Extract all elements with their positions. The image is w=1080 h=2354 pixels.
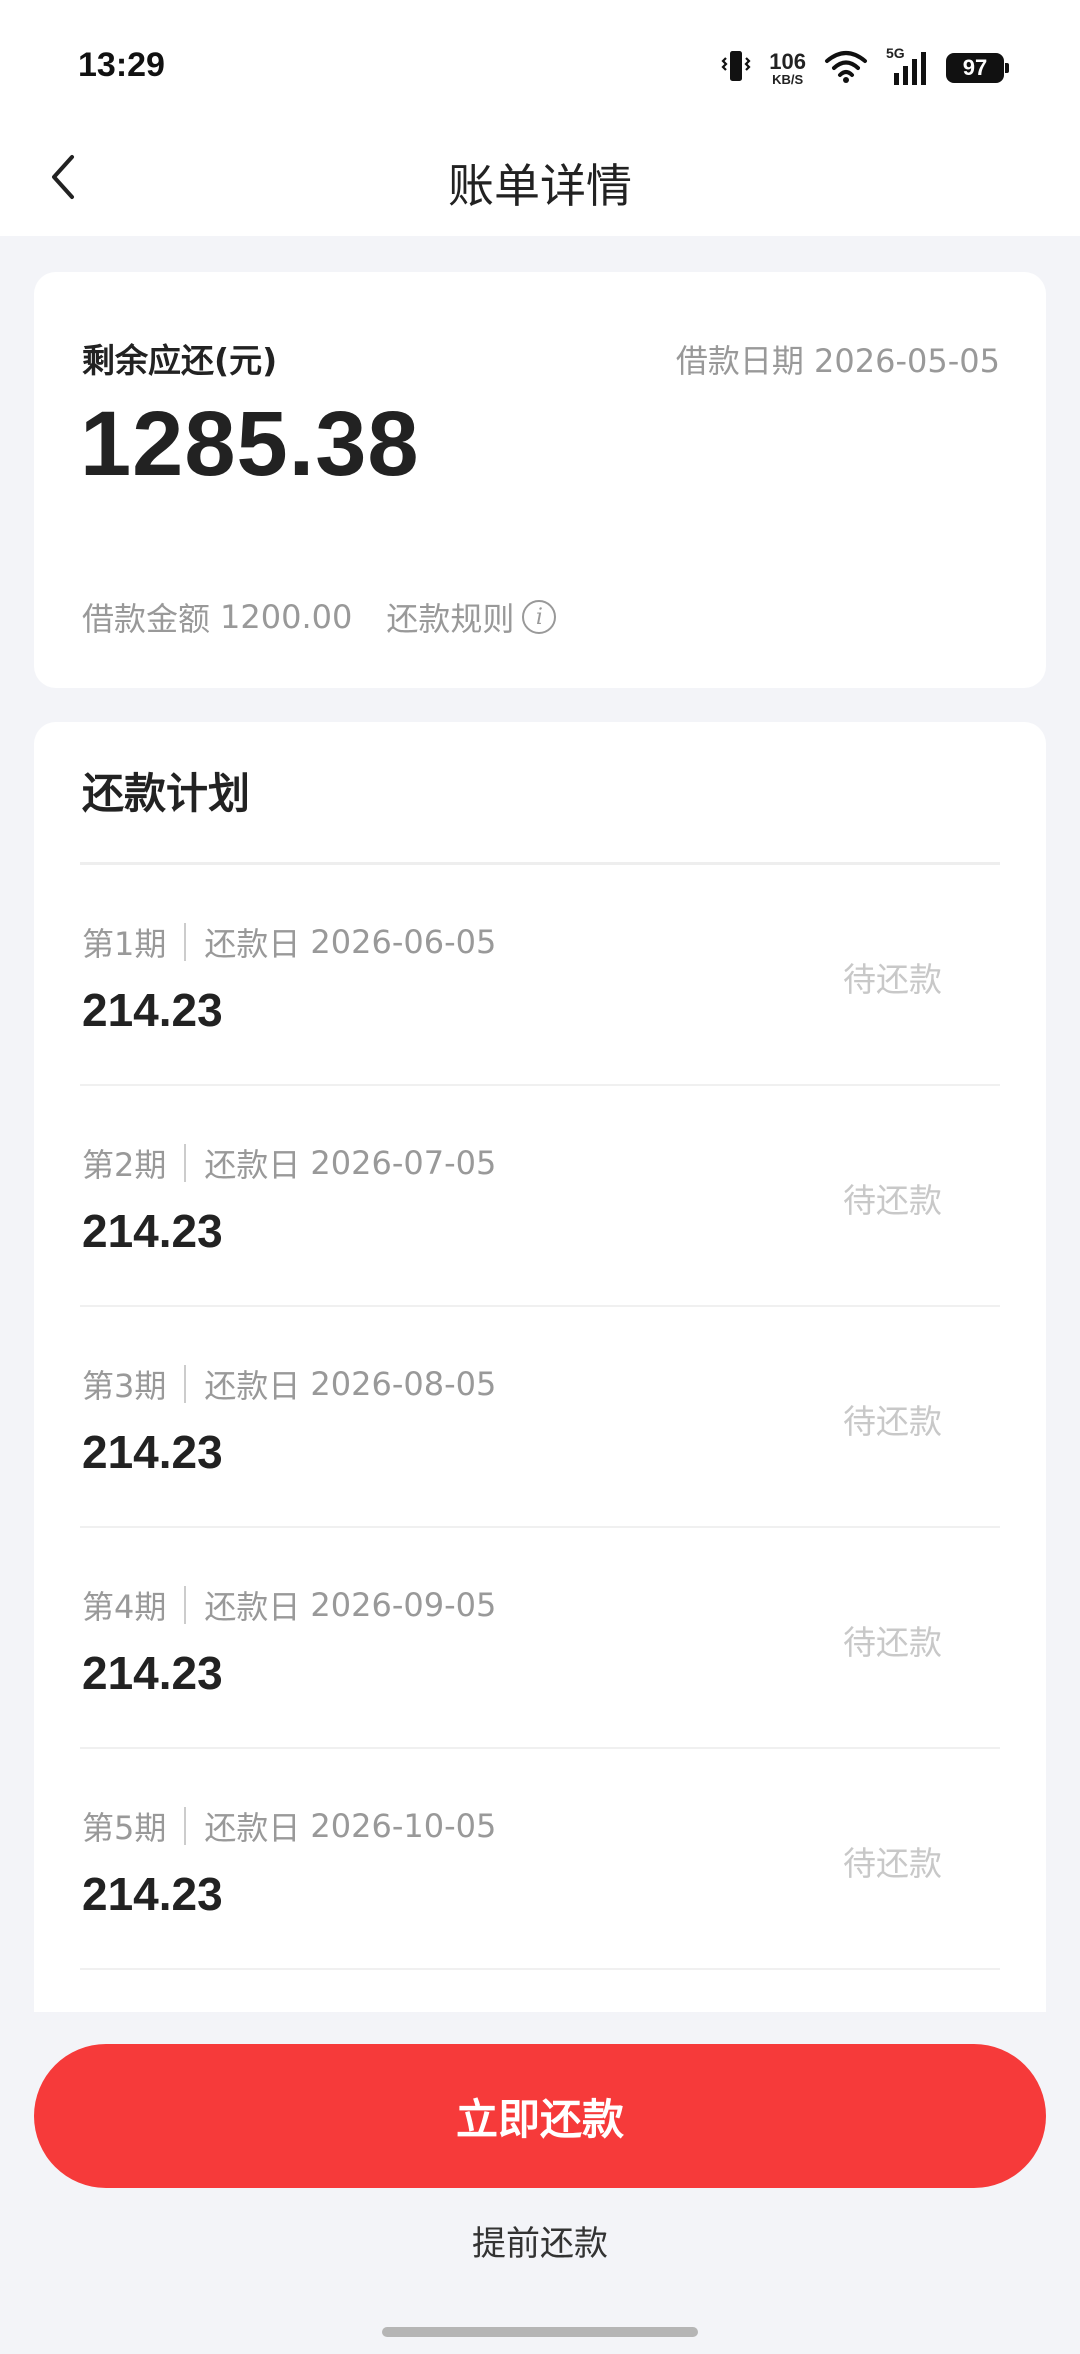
repay-rule-label: 还款规则 xyxy=(386,600,515,638)
info-icon: i xyxy=(522,600,557,634)
signal-icon: 5G xyxy=(886,45,928,85)
row-due-date: 2026-09-05 xyxy=(310,1586,497,1624)
row-period: 第4期 xyxy=(82,1588,167,1626)
row-status: 待还款 xyxy=(843,1402,942,1441)
row-separator xyxy=(184,923,187,961)
row-due-date: 2026-07-05 xyxy=(310,1144,497,1182)
summary-footer: 借款金额 1200.00 还款规则 i xyxy=(82,594,557,640)
remain-label: 剩余应还(元) xyxy=(82,341,278,380)
row-amount: 214.23 xyxy=(82,1426,223,1478)
row-meta: 第2期 还款日 2026-07-05 xyxy=(82,1140,496,1186)
row-meta: 第1期 还款日 2026-06-05 xyxy=(82,919,496,965)
home-indicator[interactable] xyxy=(382,2327,698,2337)
plan-row[interactable]: 第5期 还款日 2026-10-05 214.23 待还款 xyxy=(80,1749,1000,1970)
row-period: 第3期 xyxy=(82,1367,167,1405)
row-status: 待还款 xyxy=(843,1181,942,1220)
row-amount: 214.23 xyxy=(82,1647,223,1699)
loan-date: 借款日期 2026-05-05 xyxy=(676,336,1000,382)
network-type: 5G xyxy=(886,45,905,61)
remain-amount: 1285.38 xyxy=(80,393,420,495)
row-meta: 第5期 还款日 2026-10-05 xyxy=(82,1803,496,1849)
status-time: 13:29 xyxy=(78,46,165,84)
loan-amount-label: 借款金额 xyxy=(82,600,211,638)
page-title: 账单详情 xyxy=(448,159,632,213)
prepay-link[interactable]: 提前还款 xyxy=(0,2216,1080,2265)
plan-list: 第1期 还款日 2026-06-05 214.23 待还款 第2期 还款日 20… xyxy=(80,865,1000,1970)
row-period: 第2期 xyxy=(82,1146,167,1184)
repayment-plan-card: 还款计划 第1期 还款日 2026-06-05 214.23 待还款 第2期 还… xyxy=(34,722,1046,2012)
pay-now-button[interactable]: 立即还款 xyxy=(34,2044,1046,2188)
row-meta: 第3期 还款日 2026-08-05 xyxy=(82,1361,496,1407)
row-status: 待还款 xyxy=(843,1623,942,1662)
loan-date-value: 2026-05-05 xyxy=(814,342,1000,380)
row-separator xyxy=(184,1807,187,1845)
row-amount: 214.23 xyxy=(82,1868,223,1920)
wifi-icon xyxy=(824,49,868,87)
battery-icon: 97 xyxy=(946,53,1009,83)
nav-bar: 账单详情 xyxy=(0,120,1080,236)
row-due-label: 还款日 xyxy=(204,1809,301,1847)
row-separator xyxy=(184,1586,187,1624)
net-speed-unit: KB/S xyxy=(772,71,804,87)
row-period: 第5期 xyxy=(82,1809,167,1847)
loan-date-label: 借款日期 xyxy=(675,342,804,380)
repay-rule-link[interactable]: 还款规则 i xyxy=(386,594,557,640)
plan-title: 还款计划 xyxy=(82,769,251,818)
net-speed: 106 KB/S xyxy=(769,48,806,87)
row-amount: 214.23 xyxy=(82,984,223,1036)
status-bar: 13:29 106 KB/S 5G 97 xyxy=(0,0,1080,120)
row-status: 待还款 xyxy=(843,1844,942,1883)
row-period: 第1期 xyxy=(82,925,167,963)
status-icons: 106 KB/S 5G 97 xyxy=(721,45,1009,88)
row-due-label: 还款日 xyxy=(204,1588,301,1626)
row-due-label: 还款日 xyxy=(204,925,301,963)
plan-row[interactable]: 第2期 还款日 2026-07-05 214.23 待还款 xyxy=(80,1086,1000,1307)
summary-card: 剩余应还(元) 借款日期 2026-05-05 1285.38 借款金额 120… xyxy=(34,272,1046,688)
row-separator xyxy=(184,1365,187,1403)
vibrate-icon xyxy=(721,48,751,88)
net-speed-value: 106 xyxy=(769,48,806,74)
plan-row[interactable]: 第3期 还款日 2026-08-05 214.23 待还款 xyxy=(80,1307,1000,1528)
plan-row[interactable]: 第4期 还款日 2026-09-05 214.23 待还款 xyxy=(80,1528,1000,1749)
row-amount: 214.23 xyxy=(82,1205,223,1257)
row-status: 待还款 xyxy=(843,960,942,999)
row-due-date: 2026-08-05 xyxy=(310,1365,497,1403)
row-due-date: 2026-06-05 xyxy=(310,923,497,961)
loan-amount-value: 1200.00 xyxy=(220,598,353,636)
row-meta: 第4期 还款日 2026-09-05 xyxy=(82,1582,496,1628)
row-separator xyxy=(184,1144,187,1182)
plan-row[interactable]: 第1期 还款日 2026-06-05 214.23 待还款 xyxy=(80,865,1000,1086)
row-due-label: 还款日 xyxy=(204,1367,301,1405)
row-due-date: 2026-10-05 xyxy=(310,1807,497,1845)
row-due-label: 还款日 xyxy=(204,1146,301,1184)
